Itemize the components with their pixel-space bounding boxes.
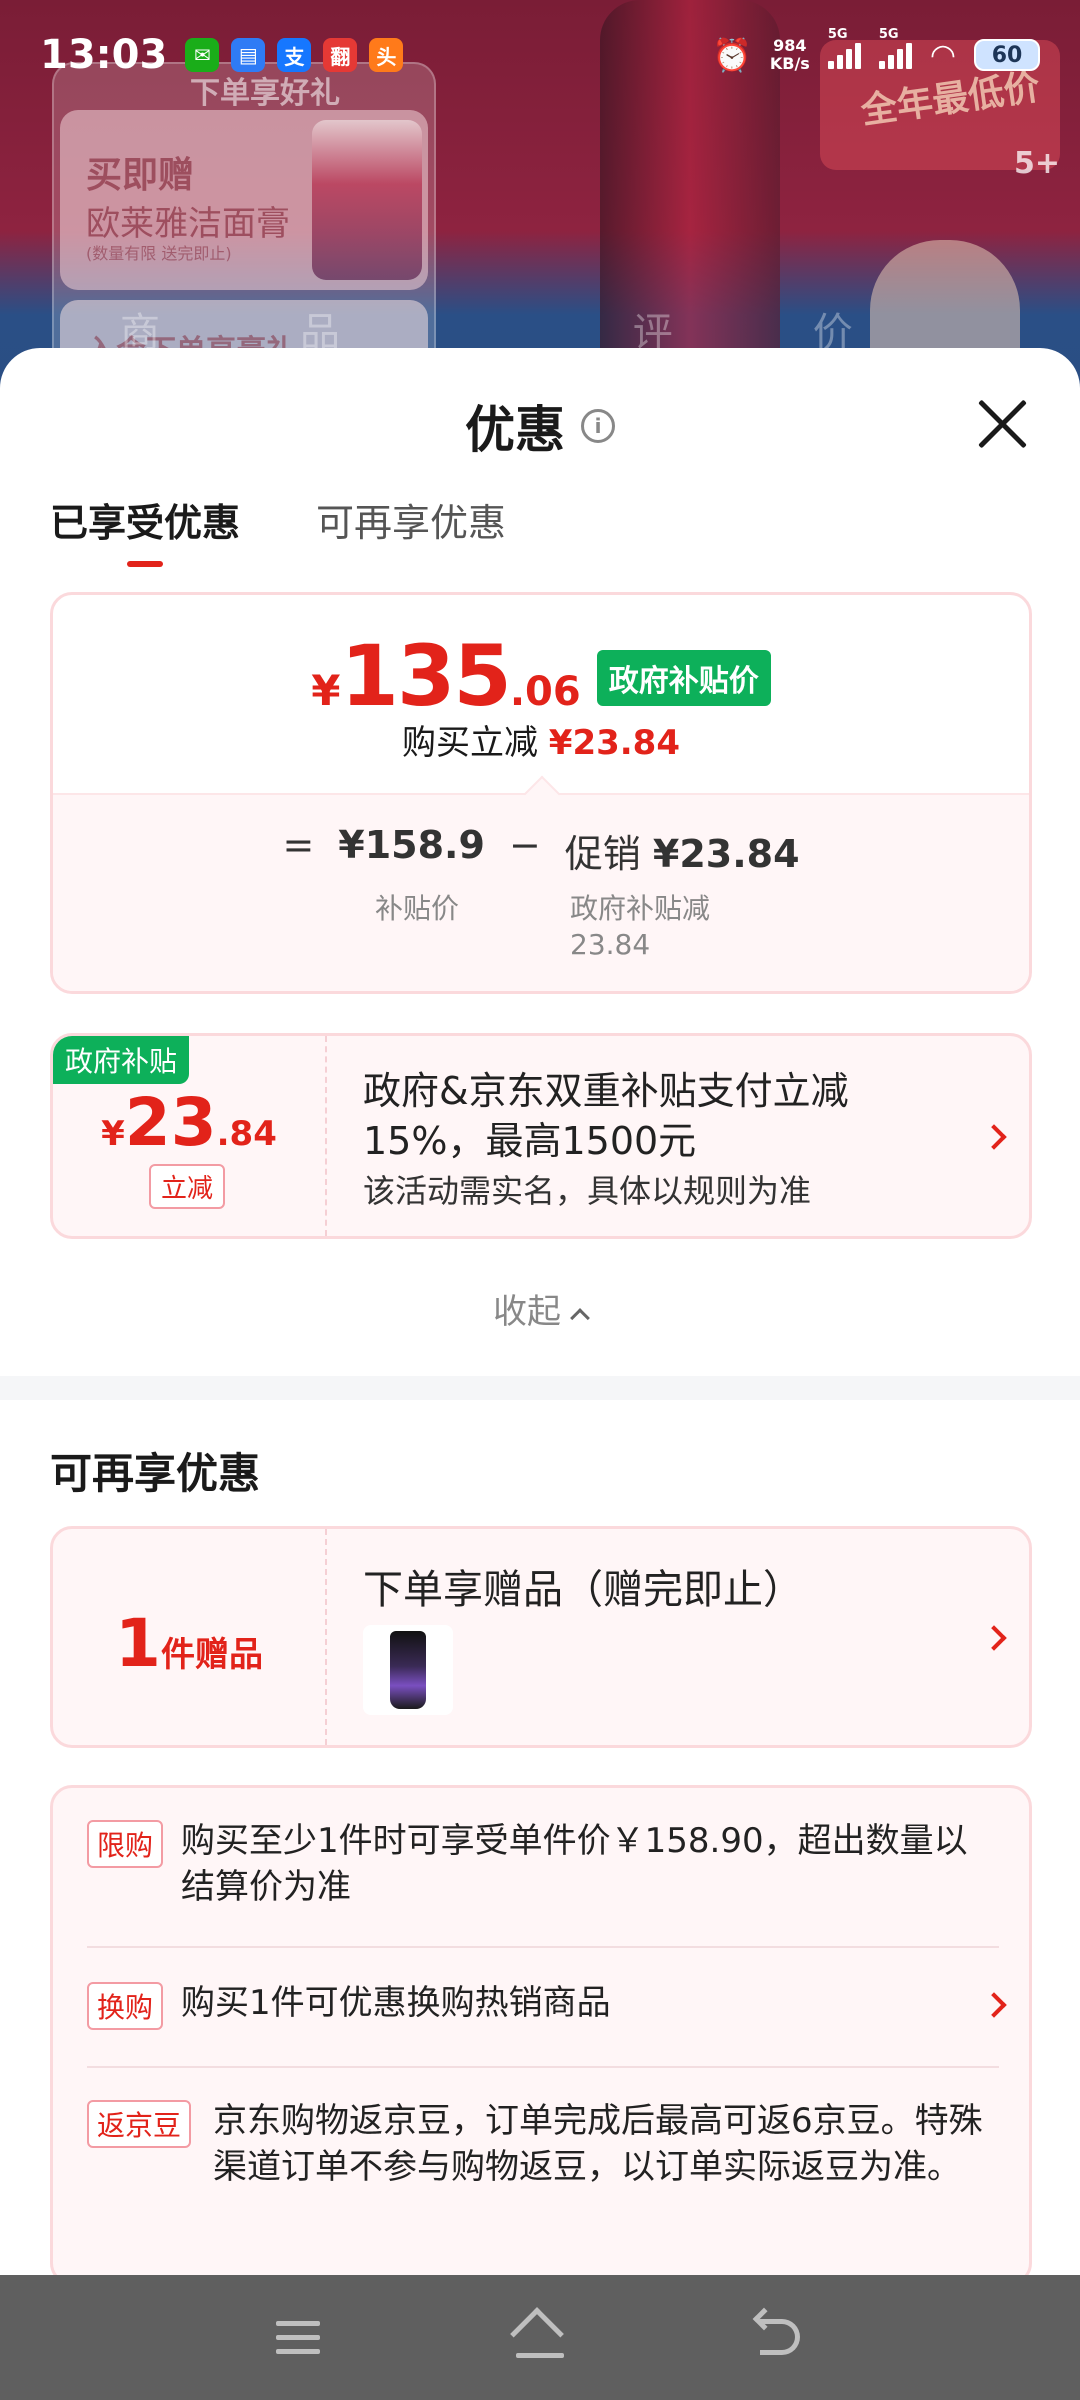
app-icon: 翻 [323,38,358,72]
gov-subsidy-tag: 政府补贴 [53,1036,190,1084]
wechat-icon: ✉ [185,38,220,72]
system-nav-bar [0,2275,1080,2400]
section-divider [0,1376,1080,1400]
minus-sign: − [508,823,541,867]
gift-count: 1件赠品 [115,1605,263,1682]
alipay-icon: 支 [277,38,312,72]
final-price: ¥ 135 .06 政府补贴价 [53,627,1029,725]
rule-limit: 限购 购买至少1件时可享受单件价￥158.90，超出数量以结算价为准 [87,1818,989,1910]
rule-text: 购买至少1件时可享受单件价￥158.90，超出数量以结算价为准 [181,1821,968,1907]
message-icon: ▤ [231,38,266,72]
section-title: 可再享优惠 [50,1449,261,1498]
gift-banner-tiny: (数量有限 送完即止) [86,244,232,263]
gift-title: 下单享赠品（赠完即止） [363,1567,803,1613]
rule-tag: 换购 [87,1982,164,2030]
discount-note: 该活动需实名，具体以规则为准 [363,1172,812,1210]
sheet-title: 优惠 i [0,390,1080,462]
rule-text: 京东购物返京豆，订单完成后最高可返6京豆。特殊渠道订单不参与购物返豆，以订单实际… [213,2101,983,2187]
rules-card: 限购 购买至少1件时可享受单件价￥158.90，超出数量以结算价为准 换购 购买… [50,1785,1032,2275]
chevron-right-icon [981,1625,1007,1651]
promo-value: ¥23.84 [652,832,800,876]
base-price: ¥158.9 [338,823,485,867]
discount-amount: ¥23.84 [101,1084,277,1161]
discount-type-badge: 立减 [149,1164,226,1209]
back-icon[interactable] [752,2307,808,2367]
app-icon: 头 [369,38,404,72]
rule-tag: 限购 [87,1820,164,1868]
collapse-button[interactable]: 收起 [0,1284,1080,1333]
reduce-row: 购买立减 ¥23.84 [53,715,1029,764]
price-breakdown: = ¥158.9 − 促销 ¥23.84 补贴价 政府补贴减 23.84 [53,775,1029,991]
gov-price-tag: 政府补贴价 [596,650,771,706]
rule-exchange[interactable]: 换购 购买1件可优惠换购热销商品 [87,1980,989,2030]
base-price-label: 补贴价 [375,892,460,925]
price-decimal: .06 [509,669,581,715]
chevron-up-icon [570,1308,590,1328]
alarm-icon: ⏰ [712,36,752,74]
tab-available[interactable]: 可再享优惠 [316,492,506,567]
close-icon[interactable] [974,396,1030,452]
reduce-value: ¥23.84 [548,723,680,763]
rule-text: 购买1件可优惠换购热销商品 [181,1983,611,2023]
price-integer: 135 [340,627,512,725]
price-summary-top: ¥ 135 .06 政府补贴价 购买立减 ¥23.84 [53,595,1029,793]
home-icon[interactable] [510,2307,568,2367]
tab-enjoyed[interactable]: 已享受优惠 [50,492,240,567]
discount-sheet: 优惠 i 已享受优惠 可再享优惠 ¥ 135 .06 政府补贴价 购买立减 ¥2… [0,348,1080,2275]
price-summary-card: ¥ 135 .06 政府补贴价 购买立减 ¥23.84 = ¥158.9 − 促… [50,592,1032,994]
gift-banner-main: 买即赠 [86,155,195,196]
currency-symbol: ¥ [311,666,341,715]
network-speed: 984 KB/s [769,36,810,73]
discount-card[interactable]: ¥23.84 立减 政府补贴 政府&京东双重补贴支付立减15%，最高1500元 … [50,1033,1032,1239]
equals-sign: = [282,823,315,867]
promo-sub-label: 政府补贴减 23.84 [570,892,711,961]
collapse-label: 收起 [493,1292,561,1332]
rule-tag: 返京豆 [87,2100,192,2148]
rule-beans: 返京豆 京东购物返京豆，订单完成后最高可返6京豆。特殊渠道订单不参与购物返豆，以… [87,2098,989,2190]
cleanser-image [312,120,422,280]
image-count-badge: 5+ [1013,146,1060,181]
signal-icon: 5G [878,27,912,69]
discount-description: 政府&京东双重补贴支付立减15%，最高1500元 [363,1069,849,1163]
wifi-icon: ◠ [929,37,956,73]
status-bar: 13:03 ✉ ▤ 支 翻 头 ⏰ 984 KB/s 5G 5G ◠ 60 [0,0,1080,110]
reduce-label: 购买立减 [401,723,538,763]
gift-banner-sub: 欧莱雅洁面膏 [86,204,290,244]
tab-bar: 已享受优惠 可再享优惠 [50,492,506,567]
chevron-right-icon [981,1124,1007,1150]
price-formula: = ¥158.9 − 促销 ¥23.84 [53,823,1029,878]
gift-card[interactable]: 1件赠品 下单享赠品（赠完即止） [50,1526,1032,1748]
promo-label: 促销 [564,832,641,876]
rule-divider [87,1946,999,1948]
sheet-header: 优惠 i [0,348,1080,488]
sheet-title-text: 优惠 [465,401,565,459]
signal-icon: 5G [827,27,861,69]
gift-thumbnail[interactable] [363,1625,453,1715]
clock: 13:03 [40,32,168,78]
gift-count-panel: 1件赠品 [53,1529,327,1745]
info-icon[interactable]: i [581,409,615,443]
battery-icon: 60 [974,39,1040,71]
menu-icon[interactable] [272,2311,328,2367]
rule-divider [87,2066,999,2068]
